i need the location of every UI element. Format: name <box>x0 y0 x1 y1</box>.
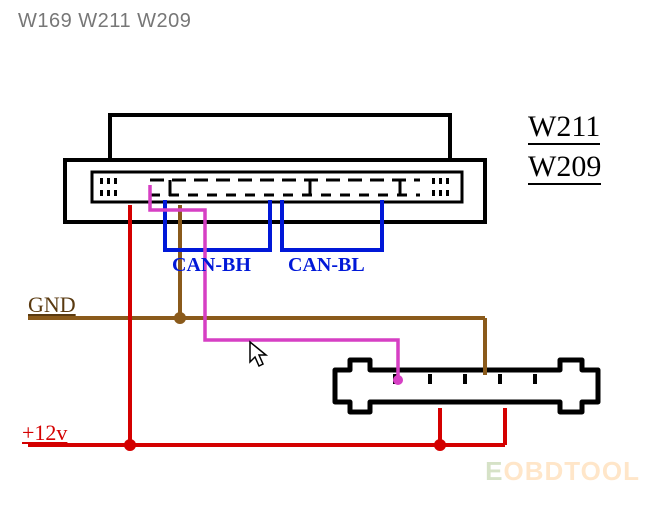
model-label-bottom: W209 <box>528 150 601 185</box>
secondary-connector-pins <box>395 374 535 384</box>
wire-12v <box>28 205 505 445</box>
gnd-junction <box>174 312 186 324</box>
label-gnd: GND <box>28 292 76 318</box>
v12-junction-branch <box>434 439 446 451</box>
cursor-icon <box>248 340 270 370</box>
wire-signal <box>150 185 398 378</box>
secondary-connector <box>335 360 598 412</box>
watermark: EOBDTOOL <box>485 456 640 487</box>
main-connector-slots <box>150 180 420 196</box>
wiring-diagram <box>0 0 660 505</box>
wire-can-bl <box>282 200 382 250</box>
signal-endpoint <box>393 375 403 385</box>
main-connector-pins-left <box>100 178 117 196</box>
label-can-bl: CAN-BL <box>288 254 365 277</box>
main-connector-pins-right <box>432 178 449 196</box>
model-label-top: W211 <box>528 110 600 145</box>
v12-junction-main <box>124 439 136 451</box>
label-12v: +12v <box>22 420 67 446</box>
label-can-bh: CAN-BH <box>172 254 251 277</box>
